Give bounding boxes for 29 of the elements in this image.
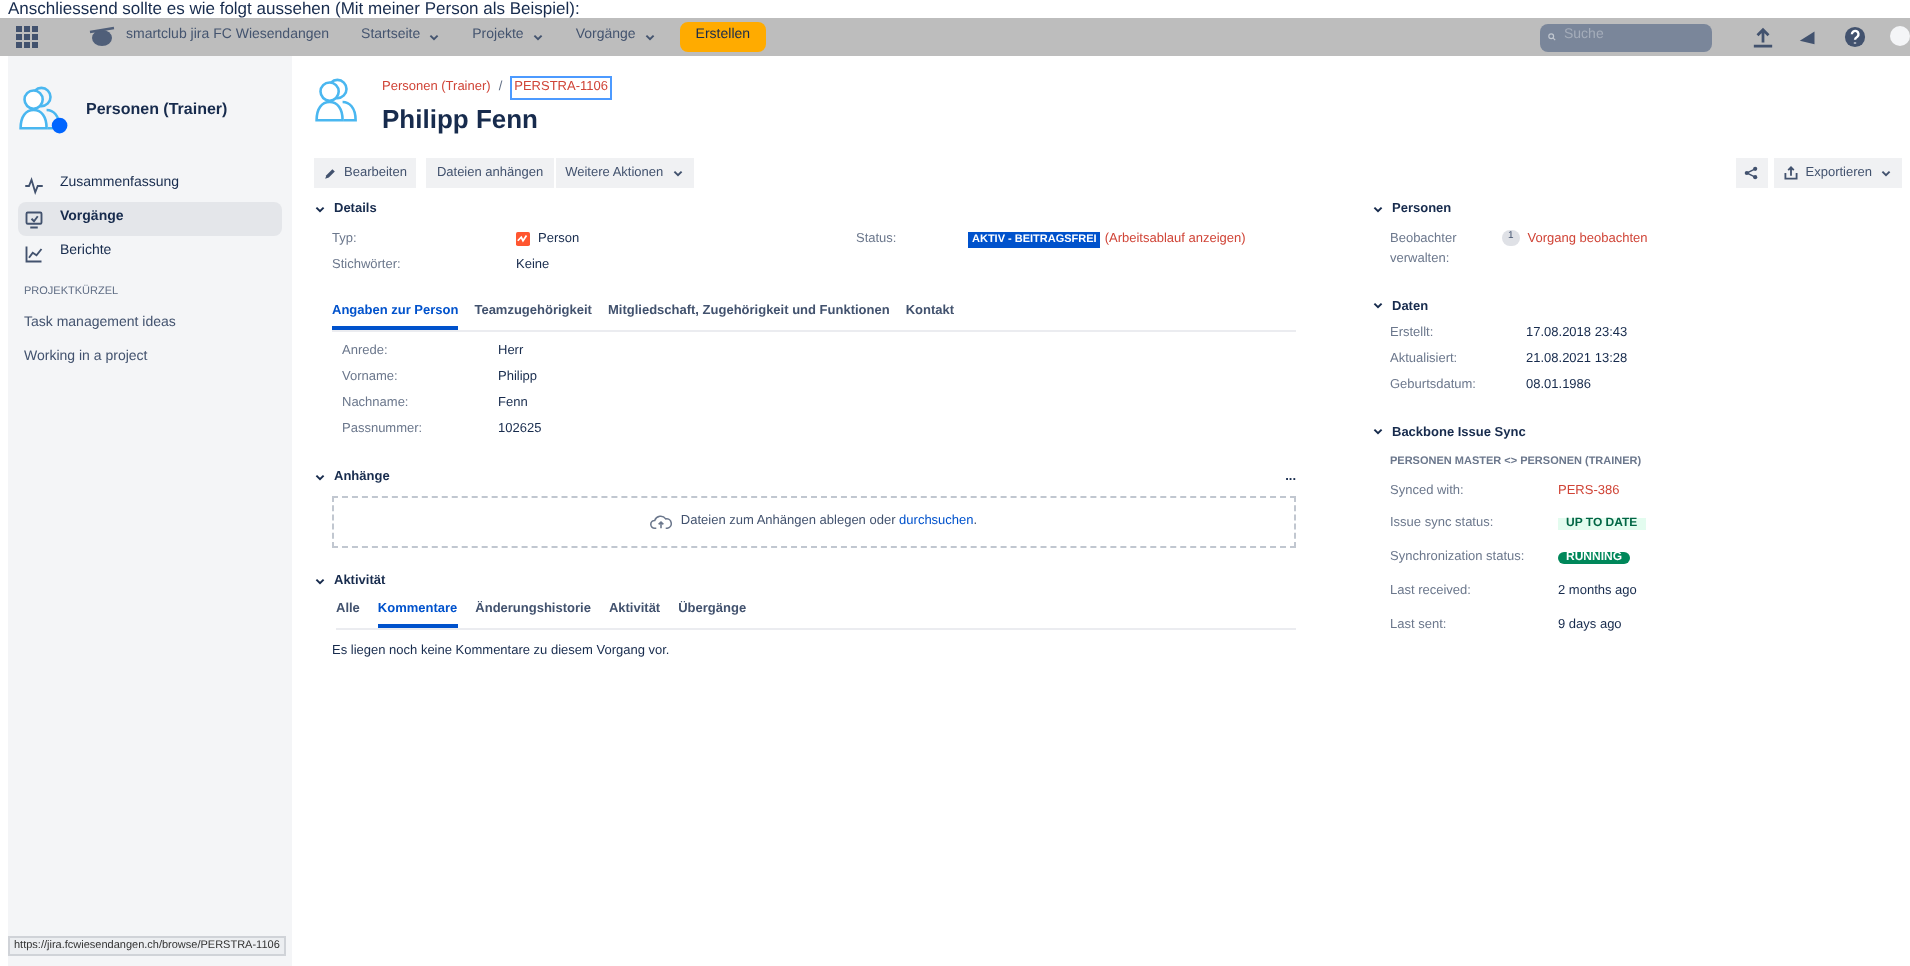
caret-icon: [671, 167, 684, 180]
help-icon[interactable]: [1844, 26, 1866, 48]
collapse-icon: [1372, 426, 1384, 439]
collapse-icon: [314, 472, 326, 485]
logo-icon[interactable]: [86, 26, 118, 48]
collapse-icon: [314, 575, 326, 588]
collapse-icon: [1372, 204, 1384, 217]
project-avatar-icon: [18, 84, 70, 136]
issue-type-icon: [516, 232, 530, 247]
upload-icon[interactable]: [1752, 26, 1774, 48]
caret-icon: [1880, 167, 1892, 180]
caption: Anschliessend sollte es wie folgt aussehen (Mit meiner Person als Beispiel):: [8, 0, 580, 18]
issue-title: Philipp Fenn: [382, 101, 540, 138]
chart-icon: [24, 243, 44, 263]
app-grid-icon[interactable]: [16, 26, 38, 48]
monitor-icon: [24, 209, 44, 229]
collapse-icon: [1372, 300, 1384, 313]
search-icon: [1548, 30, 1556, 44]
caret-icon: [643, 31, 656, 43]
share-button[interactable]: [1735, 158, 1768, 189]
pulse-icon: [24, 175, 44, 195]
collapse-icon: [314, 204, 326, 217]
pencil-icon: [324, 167, 336, 180]
caret-icon: [428, 31, 441, 43]
share-icon: [1744, 166, 1759, 181]
caret-icon: [531, 31, 544, 43]
cloud-upload-icon: [650, 514, 673, 530]
project-name[interactable]: Personen (Trainer): [86, 98, 228, 122]
export-icon: [1783, 166, 1798, 181]
